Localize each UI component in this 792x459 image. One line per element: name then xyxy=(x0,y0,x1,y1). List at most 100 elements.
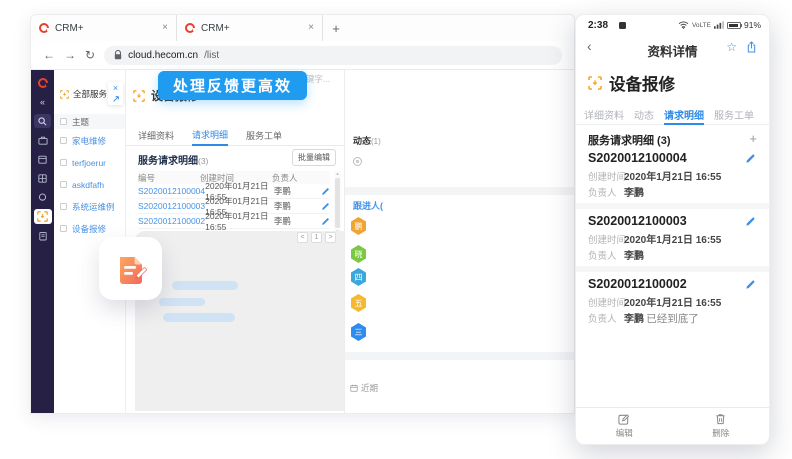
battery-percent: 91% xyxy=(744,20,761,30)
batch-edit-button[interactable]: 批量编辑 xyxy=(292,149,336,166)
tab-detail-info[interactable]: 详细资料 xyxy=(584,105,624,124)
expand-icon[interactable] xyxy=(112,95,120,103)
nav-panel-title: 全部服务 xyxy=(73,88,107,100)
followers-title: 跟进人( xyxy=(353,199,383,212)
nav-item[interactable]: askdfafh xyxy=(54,177,125,192)
status-time: 2:38 xyxy=(588,20,608,31)
service-module-icon-active[interactable] xyxy=(34,209,52,224)
edit-pencil-icon[interactable] xyxy=(745,279,756,293)
nav-item-link[interactable]: 家电维修 xyxy=(72,135,106,147)
follower-avatar[interactable]: 鹏 xyxy=(350,217,367,235)
detail-tabs: 详细资料 请求明细 服务工单 xyxy=(126,125,344,146)
briefcase-icon[interactable] xyxy=(34,133,51,147)
record-title: 设备报修 xyxy=(609,71,675,95)
status-circle-icon xyxy=(353,157,362,166)
checkbox[interactable] xyxy=(60,118,67,125)
edit-pencil-icon[interactable] xyxy=(321,217,330,226)
table-row[interactable]: S2020012100002 2020年01月21日 16:55 李鹏 xyxy=(138,214,330,229)
created-label: 创建时间 xyxy=(588,169,626,183)
checkbox[interactable] xyxy=(60,181,67,188)
follower-avatar[interactable]: 晓 xyxy=(350,245,367,263)
close-icon[interactable]: × xyxy=(113,84,118,93)
nav-item-link[interactable]: 设备报修 xyxy=(72,223,106,235)
app-icon-rail: « xyxy=(31,70,54,413)
activity-side-panel: 动态(1) 跟进人( 鹏 晓 四 五 三 近期 xyxy=(344,70,574,413)
request-card[interactable]: S2020012100004 创建时间 2020年1月21日 16:55 负责人… xyxy=(576,149,769,201)
clipboard-icon[interactable] xyxy=(34,229,51,243)
tab-title: CRM+ xyxy=(55,23,84,34)
activity-title: 动态(1) xyxy=(353,134,381,147)
nav-item[interactable]: 家电维修 xyxy=(54,133,125,148)
tab-activity[interactable]: 动态 xyxy=(634,105,654,124)
forward-icon[interactable]: → xyxy=(64,49,76,61)
trash-icon xyxy=(715,413,726,425)
share-icon[interactable] xyxy=(746,41,757,56)
recording-indicator-icon xyxy=(619,22,626,29)
tab-detail-info[interactable]: 详细资料 xyxy=(138,125,174,145)
request-id-link[interactable]: S2020012100004 xyxy=(138,186,205,196)
table-scrollbar[interactable]: ▴ ▾ xyxy=(334,171,341,235)
follower-avatar[interactable]: 四 xyxy=(350,268,367,286)
scan-corners-icon xyxy=(60,90,69,99)
wifi-icon xyxy=(678,21,689,29)
edit-pencil-icon[interactable] xyxy=(745,153,756,167)
tab-service-order[interactable]: 服务工单 xyxy=(714,105,754,124)
report-grid-icon[interactable] xyxy=(34,171,51,185)
request-id-link[interactable]: S2020012100003 xyxy=(138,201,205,211)
col-header-owner: 负责人 xyxy=(272,172,312,184)
request-table: 编号 创建时间 负责人 S2020012100004 2020年01月21日 1… xyxy=(138,171,330,229)
checkbox[interactable] xyxy=(60,159,67,166)
tab-request-detail[interactable]: 请求明细 xyxy=(664,105,704,125)
edit-square-icon xyxy=(618,413,630,425)
phone-nav-bar: ‹ 资料详情 ☆ xyxy=(576,35,769,61)
follower-avatar[interactable]: 五 xyxy=(350,294,367,312)
nav-item-link[interactable]: 系统运维例 xyxy=(72,201,115,213)
back-icon[interactable]: ← xyxy=(43,49,55,61)
refresh-icon[interactable]: ↻ xyxy=(85,49,95,61)
request-id-link[interactable]: S2020012100002 xyxy=(138,216,205,226)
owner-label: 负责人 xyxy=(588,185,617,199)
edit-action-button[interactable]: 编辑 xyxy=(576,408,673,444)
close-tab-icon[interactable]: × xyxy=(162,23,168,33)
request-id: S2020012100004 xyxy=(588,151,687,165)
nav-item[interactable]: terfjoerur xyxy=(54,155,125,170)
search-icon[interactable] xyxy=(34,114,51,128)
created-time: 2020年01月21日 16:55 xyxy=(205,210,274,232)
nav-item-link[interactable]: terfjoerur xyxy=(72,158,106,168)
edit-pencil-icon[interactable] xyxy=(321,202,330,211)
section-title: 服务请求明细(3) xyxy=(138,152,208,167)
checkbox[interactable] xyxy=(60,225,67,232)
new-tab-button[interactable]: + xyxy=(323,15,349,41)
page-next-button[interactable]: > xyxy=(325,232,336,243)
request-card[interactable]: S2020012100003 创建时间 2020年1月21日 16:55 负责人… xyxy=(576,212,769,264)
nav-item[interactable]: 设备报修 xyxy=(54,221,125,236)
collapse-sidebar-icon[interactable]: « xyxy=(34,95,51,109)
add-request-icon[interactable]: + xyxy=(749,131,757,146)
follower-avatar[interactable]: 三 xyxy=(350,323,367,341)
phone-page-title: 资料详情 xyxy=(576,41,769,60)
scrollbar-thumb[interactable] xyxy=(335,178,340,228)
page-number[interactable]: 1 xyxy=(311,232,322,243)
browser-tab-2[interactable]: CRM+ × xyxy=(177,15,323,41)
calendar-icon[interactable] xyxy=(34,152,51,166)
edit-action-label: 编辑 xyxy=(616,427,633,439)
checkbox[interactable] xyxy=(60,203,67,210)
owner: 李鹏 xyxy=(274,185,312,197)
browser-tab-1[interactable]: CRM+ × xyxy=(31,15,177,41)
tab-request-detail[interactable]: 请求明细 xyxy=(192,125,228,146)
checkbox[interactable] xyxy=(60,137,67,144)
edit-pencil-icon[interactable] xyxy=(321,187,330,196)
skeleton-bar xyxy=(159,298,205,306)
support-icon[interactable] xyxy=(34,190,51,204)
nav-item[interactable]: 系统运维例 xyxy=(54,199,125,214)
delete-action-button[interactable]: 删除 xyxy=(673,408,770,444)
page-prev-button[interactable]: < xyxy=(297,232,308,243)
edit-pencil-icon[interactable] xyxy=(745,216,756,230)
scroll-up-icon[interactable]: ▴ xyxy=(336,171,339,177)
close-tab-icon[interactable]: × xyxy=(308,23,314,33)
nav-item-link[interactable]: askdfafh xyxy=(72,180,104,190)
app-logo-icon xyxy=(34,76,51,90)
favorite-star-icon[interactable]: ☆ xyxy=(726,40,737,54)
tab-service-order[interactable]: 服务工单 xyxy=(246,125,282,145)
address-bar[interactable]: cloud.hecom.cn/list xyxy=(104,46,562,65)
